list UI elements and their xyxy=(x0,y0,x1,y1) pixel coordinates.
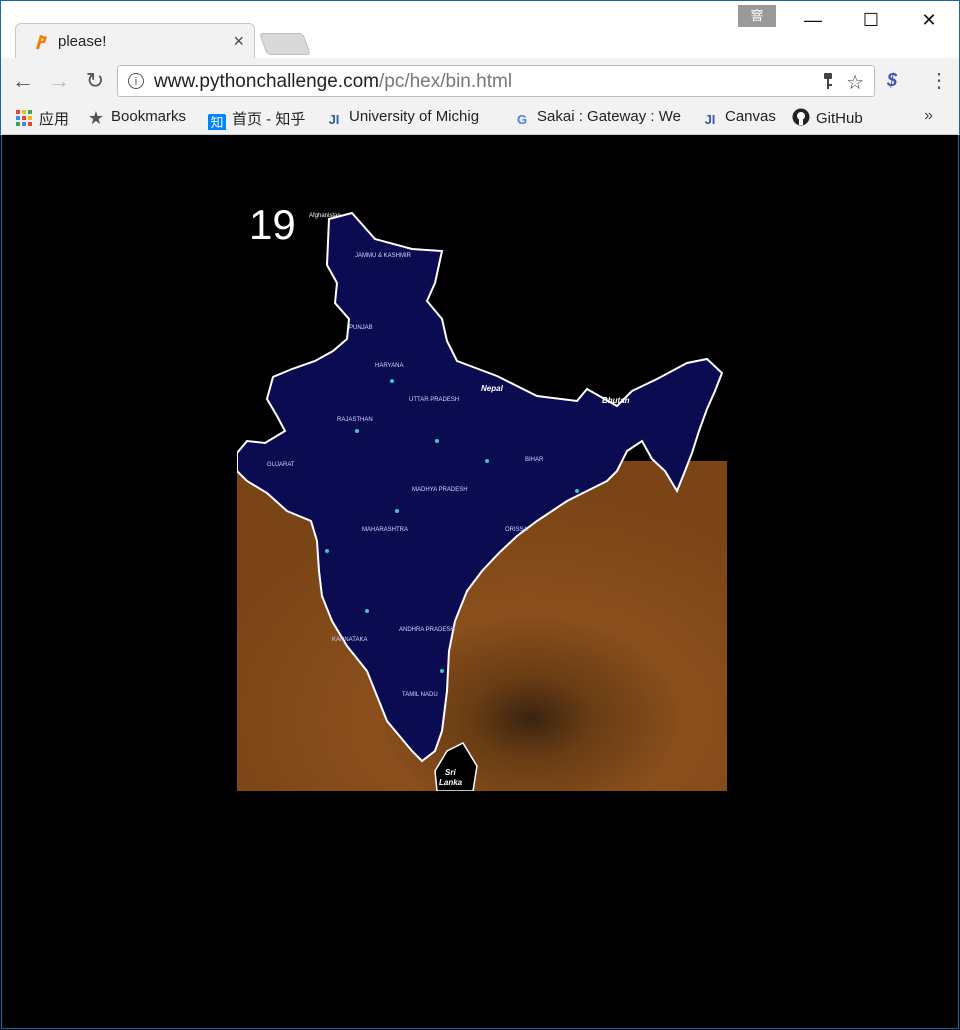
bookmark-label: Canvas xyxy=(725,108,776,125)
tab-close-icon[interactable]: × xyxy=(233,31,244,52)
svg-text:GUJARAT: GUJARAT xyxy=(267,462,295,468)
svg-text:Lanka: Lanka xyxy=(439,778,463,787)
svg-text:TAMIL NADU: TAMIL NADU xyxy=(402,692,438,698)
svg-text:Sri: Sri xyxy=(445,768,456,777)
svg-text:BIHAR: BIHAR xyxy=(525,457,544,463)
tab-active[interactable]: please! × xyxy=(15,23,255,60)
url-path: /pc/hex/bin.html xyxy=(378,71,513,92)
extension-icon[interactable]: $ xyxy=(887,70,897,91)
github-icon xyxy=(792,108,810,126)
svg-text:PUNJAB: PUNJAB xyxy=(349,325,373,331)
new-tab-button[interactable] xyxy=(258,33,312,55)
svg-text:UTTAR PRADESH: UTTAR PRADESH xyxy=(409,397,459,403)
bookmarks-bar: 应用 ★ Bookmarks 知首页 - 知乎 JI University of M… xyxy=(0,104,960,135)
bookmark-zhihu[interactable]: 知首页 - 知乎 xyxy=(208,108,305,130)
zhihu-icon: 知 xyxy=(208,114,226,130)
bookmark-umich[interactable]: JI University of Michig xyxy=(325,108,495,130)
svg-text:MADHYA PRADESH: MADHYA PRADESH xyxy=(412,487,468,493)
google-icon: G xyxy=(516,112,528,127)
bookmark-canvas[interactable]: JI Canvas xyxy=(701,108,776,130)
map-drawing: JAMMU & KASHMIR PUNJAB HARYANA RAJASTHAN… xyxy=(237,191,727,791)
more-bookmarks-icon[interactable]: » xyxy=(924,107,933,125)
menu-icon[interactable]: ⋮ xyxy=(929,68,949,93)
bookmark-label: Sakai : Gateway : We xyxy=(537,108,681,125)
toolbar: ← → ↻ i www.pythonchallenge.com/pc/hex/b… xyxy=(0,58,960,104)
bookmark-sakai[interactable]: G Sakai : Gateway : We xyxy=(513,108,685,130)
address-bar[interactable]: i www.pythonchallenge.com/pc/hex/bin.htm… xyxy=(117,65,875,97)
browser-chrome: please! × 窨 — ☐ ✕ ← → ↻ i www.pythonchal… xyxy=(0,0,960,135)
page-content: JAMMU & KASHMIR PUNJAB HARYANA RAJASTHAN… xyxy=(1,135,959,1029)
bookmark-star-icon[interactable]: ☆ xyxy=(846,70,864,95)
minimize-button[interactable]: — xyxy=(793,7,833,33)
url-text[interactable]: www.pythonchallenge.com/pc/hex/bin.html xyxy=(154,71,512,93)
title-bar: please! × 窨 — ☐ ✕ xyxy=(0,0,960,60)
bookmark-bookmarks[interactable]: ★ Bookmarks xyxy=(87,108,186,130)
back-button[interactable]: ← xyxy=(9,67,37,95)
bookmark-label: 首页 - 知乎 xyxy=(232,111,306,128)
ji-icon: JI xyxy=(328,112,340,127)
favicon-icon xyxy=(36,35,47,49)
info-icon[interactable]: i xyxy=(128,73,144,89)
svg-text:Nepal: Nepal xyxy=(481,384,504,393)
svg-text:HARYANA: HARYANA xyxy=(375,363,403,369)
close-window-button[interactable]: ✕ xyxy=(909,7,949,33)
svg-text:MAHARASHTRA: MAHARASHTRA xyxy=(362,527,408,533)
svg-text:ORISSA: ORISSA xyxy=(505,527,528,533)
apps-grid-icon xyxy=(16,110,32,126)
india-map-image: JAMMU & KASHMIR PUNJAB HARYANA RAJASTHAN… xyxy=(237,191,727,791)
key-icon[interactable] xyxy=(822,72,834,90)
svg-text:Afghanistan: Afghanistan xyxy=(309,213,341,219)
bookmark-label: University of Michig xyxy=(349,108,480,125)
svg-text:Bhutan: Bhutan xyxy=(602,396,630,405)
bookmark-label: 应用 xyxy=(39,111,70,128)
svg-text:ANDHRA PRADESH: ANDHRA PRADESH xyxy=(399,627,455,633)
tab-title: please! xyxy=(58,33,107,50)
svg-text:JAMMU & KASHMIR: JAMMU & KASHMIR xyxy=(355,253,412,259)
star-icon: ★ xyxy=(87,108,105,128)
url-domain: www.pythonchallenge.com xyxy=(154,71,379,92)
maximize-button[interactable]: ☐ xyxy=(851,7,891,33)
svg-text:KARNATAKA: KARNATAKA xyxy=(332,637,367,643)
bookmark-label: GitHub xyxy=(816,110,863,127)
profile-badge[interactable]: 窨 xyxy=(738,5,776,27)
reload-button[interactable]: ↻ xyxy=(81,67,109,95)
bookmark-github[interactable]: GitHub xyxy=(792,108,863,130)
bookmark-apps[interactable]: 应用 xyxy=(15,108,69,130)
svg-text:RAJASTHAN: RAJASTHAN xyxy=(337,417,373,423)
ji-icon: JI xyxy=(704,112,716,127)
bookmark-label: Bookmarks xyxy=(111,108,187,125)
forward-button[interactable]: → xyxy=(45,67,73,95)
level-number: 19 xyxy=(249,201,296,248)
